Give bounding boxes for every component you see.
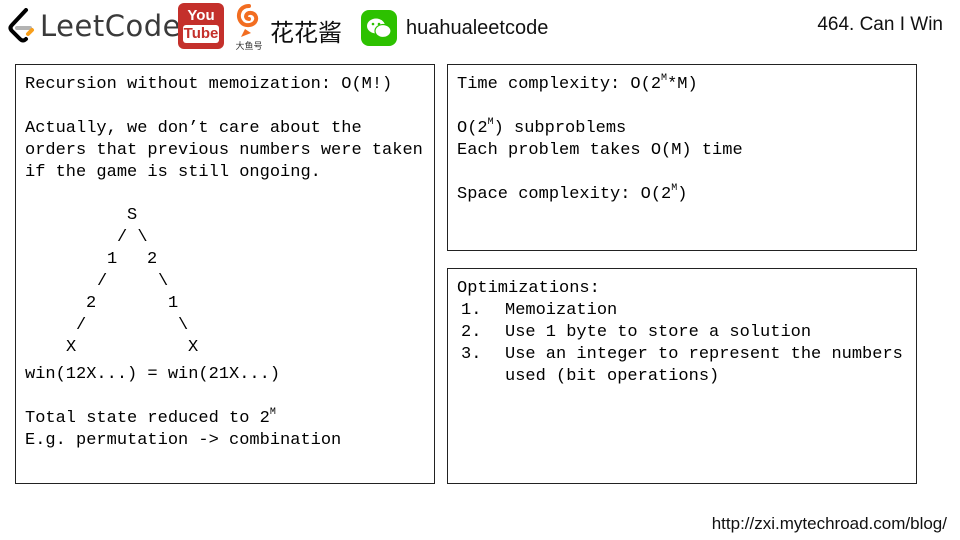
tree-leaf-left: X: [66, 338, 77, 357]
youtube-icon: You Tube: [178, 3, 224, 49]
recursion-line: Recursion without memoization: O(M!): [25, 75, 393, 94]
list-item: 3. Use an integer to represent the number…: [461, 345, 914, 386]
brand-name: 花花酱: [270, 19, 342, 47]
time-complexity-line: Time complexity: O(2M*M): [457, 73, 698, 94]
tree-leaf-right: X: [188, 338, 199, 357]
leetcode-icon: [8, 8, 34, 43]
header: LeetCode You Tube 大鱼号 花花酱 huahualeetcode…: [0, 0, 960, 52]
tree-edge-left: /: [97, 272, 108, 291]
douyu-label: 大鱼号: [235, 41, 263, 51]
tree-edge-right-2: \: [178, 316, 189, 335]
each-problem-line: Each problem takes O(M) time: [457, 141, 743, 160]
wechat-icon: [361, 10, 397, 46]
tree-node-1-child: 1: [168, 294, 179, 313]
tree-edge-left-2: /: [76, 316, 87, 335]
list-item: 2. Use 1 byte to store a solution: [461, 323, 812, 342]
fish-icon: [236, 4, 259, 37]
wechat-id: huahualeetcode: [406, 17, 549, 39]
tree-root: S: [127, 206, 138, 225]
tree-node-2: 2: [147, 250, 158, 269]
douyu-icon: 大鱼号: [231, 3, 267, 51]
example-line: E.g. permutation -> combination: [25, 431, 342, 450]
optimizations-heading: Optimizations:: [457, 279, 600, 298]
subproblems-line: O(2M) subproblems: [457, 117, 627, 138]
blog-url[interactable]: http://zxi.mytechroad.com/blog/: [712, 514, 947, 534]
tree-node-1: 1: [107, 250, 118, 269]
win-equation: win(12X...) = win(21X...): [25, 365, 281, 384]
tree-node-2-child: 2: [86, 294, 97, 313]
state-reduced-line: Total state reduced to 2M: [25, 407, 276, 428]
permutation-tree: S / \ 1 2 / \ 2 1 / \ X X: [25, 186, 325, 357]
problem-title: 464. Can I Win: [817, 14, 943, 35]
leetcode-logo-text: LeetCode: [40, 9, 181, 43]
complexity-panel: Time complexity: O(2M*M) O(2M) subproble…: [447, 64, 917, 251]
care-line-2: orders that previous numbers were taken: [25, 141, 423, 160]
optimizations-list: 1. Memoization 2. Use 1 byte to store a so…: [457, 300, 916, 388]
youtube-tube-text: Tube: [183, 25, 219, 43]
leetcode-logo: LeetCode: [6, 6, 181, 46]
recursion-panel: Recursion without memoization: O(M!) Act…: [15, 64, 435, 484]
youtube-you-text: You: [187, 7, 215, 24]
space-complexity-line: Space complexity: O(2M): [457, 183, 688, 204]
tree-root-edges: / \: [117, 228, 148, 247]
care-line-3: if the game is still ongoing.: [25, 163, 321, 182]
optimizations-panel: Optimizations: 1. Memoization 2. Use 1 byt…: [447, 268, 917, 484]
tree-edge-right: \: [158, 272, 169, 291]
list-item: 1. Memoization: [461, 301, 618, 320]
care-line-1: Actually, we don’t care about the: [25, 119, 362, 138]
